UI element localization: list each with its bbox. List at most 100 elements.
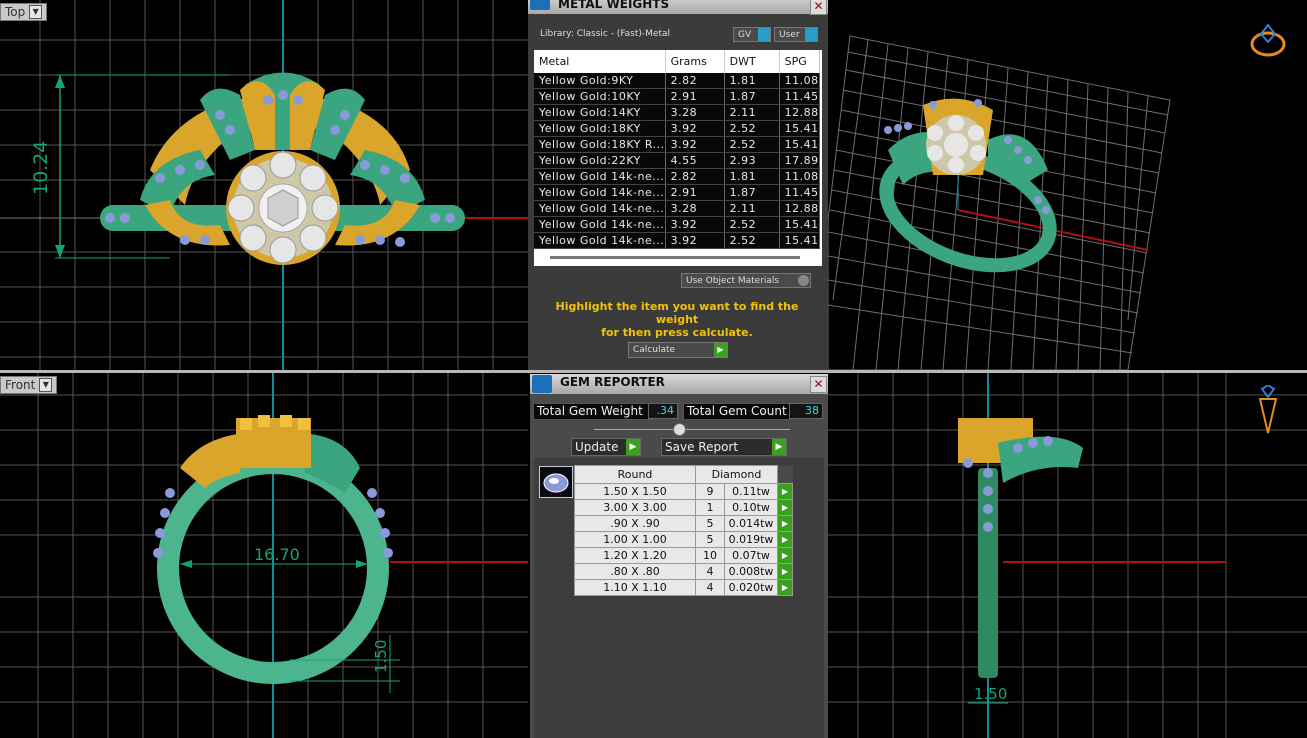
select-row-icon[interactable]: ▶ (777, 579, 793, 596)
front-small-dimension: 1.50 (372, 639, 390, 673)
chevron-down-icon[interactable]: ▼ (29, 5, 43, 19)
grams-cell: 2.91 (665, 88, 725, 105)
spg-cell: 15.41 (779, 216, 821, 233)
grams-cell: 3.92 (665, 136, 725, 153)
metal-name-cell: Yellow Gold:9KY (534, 73, 666, 89)
user-toggle[interactable]: User (774, 27, 818, 42)
select-row-icon[interactable]: ▶ (777, 531, 793, 548)
slider-handle[interactable] (673, 423, 686, 436)
column-header-grams[interactable]: Grams (665, 50, 725, 73)
top-viewport[interactable]: Top ▼ 10.24 (0, 0, 528, 370)
user-toggle-label: User (779, 30, 800, 40)
gv-toggle[interactable]: GV (733, 27, 771, 42)
use-object-materials-toggle[interactable]: Use Object Materials (681, 273, 811, 288)
total-gem-count-value: 38 (789, 403, 823, 419)
gem-weight-cell: 0.014tw (724, 515, 778, 532)
table-row[interactable]: Yellow Gold:18KY 3.92 2.52 15.41 (534, 120, 821, 137)
table-row[interactable]: 1.10 X 1.10 4 0.020tw ▶ (574, 579, 793, 596)
top-view-text: Top (5, 5, 26, 19)
gem-size-cell: .80 X .80 (574, 563, 696, 580)
view-cone-icon[interactable] (1256, 385, 1280, 437)
dwt-cell: 1.87 (724, 88, 780, 105)
select-row-icon[interactable]: ▶ (777, 547, 793, 564)
ring-side-model (958, 418, 1083, 678)
table-row[interactable]: .80 X .80 4 0.008tw ▶ (574, 563, 793, 580)
gem-count-cell: 5 (695, 515, 725, 532)
ring-top-model (100, 72, 465, 265)
grams-cell: 3.28 (665, 104, 725, 121)
radio-icon (798, 275, 809, 286)
table-row[interactable]: .90 X .90 5 0.014tw ▶ (574, 515, 793, 532)
grams-cell: 3.92 (665, 120, 725, 137)
slider-track[interactable] (594, 429, 790, 430)
metal-table-hscroll[interactable] (550, 256, 800, 259)
total-gem-count-text: Total Gem Count (687, 404, 787, 418)
gem-reporter-titlebar[interactable]: GEM REPORTER ✕ (530, 374, 828, 394)
select-row-icon[interactable]: ▶ (777, 515, 793, 532)
gem-thumbnail[interactable] (539, 466, 573, 498)
table-row[interactable]: Yellow Gold:10KY 2.91 1.87 11.45 (534, 88, 821, 105)
perspective-grid (828, 35, 1171, 370)
spg-cell: 11.45 (779, 184, 821, 201)
select-row-icon[interactable]: ▶ (777, 499, 793, 516)
total-gem-count-label: Total Gem Count (683, 403, 790, 420)
toggle-indicator-icon (805, 28, 817, 41)
close-icon[interactable]: ✕ (810, 376, 827, 393)
gem-weight-cell: 0.07tw (724, 547, 778, 564)
library-label: Library: Classic - (Fast)-Metal (540, 29, 671, 39)
metal-weights-logo-icon (530, 0, 550, 10)
table-row[interactable]: Yellow Gold 14k-ne... 3.92 2.52 15.41 (534, 216, 821, 233)
update-button[interactable]: Update ▶ (571, 438, 641, 456)
metal-weights-titlebar[interactable]: METAL WEIGHTS ✕ (528, 0, 828, 15)
column-header-diamond: Diamond (695, 465, 778, 484)
grams-cell: 4.55 (665, 152, 725, 169)
grams-cell: 3.92 (665, 216, 725, 233)
gem-weight-cell: 0.10tw (724, 499, 778, 516)
dwt-cell: 1.81 (724, 73, 780, 89)
select-row-icon[interactable]: ▶ (777, 563, 793, 580)
side-grid (828, 373, 1307, 738)
calculate-button[interactable]: Calculate ▶ (628, 342, 728, 358)
table-row[interactable]: Yellow Gold 14k-ne... 2.82 1.81 11.08 (534, 168, 821, 185)
close-icon[interactable]: ✕ (810, 0, 827, 15)
dwt-cell: 2.52 (724, 232, 780, 249)
select-row-icon[interactable]: ▶ (777, 483, 793, 500)
table-row[interactable]: Yellow Gold:9KY 2.82 1.81 11.08 (534, 73, 821, 89)
gem-count-cell: 4 (695, 579, 725, 596)
gem-size-cell: 1.20 X 1.20 (574, 547, 696, 564)
spg-cell: 12.88 (779, 104, 821, 121)
front-viewport[interactable]: Front ▼ 16.70 1.50 (0, 373, 528, 738)
column-header-spg[interactable]: SPG (779, 50, 821, 73)
metal-table-header: Metal Grams DWT SPG (534, 50, 821, 73)
column-header-metal[interactable]: Metal (534, 50, 666, 73)
perspective-viewport[interactable] (828, 0, 1307, 370)
grams-cell: 2.82 (665, 168, 725, 185)
table-row[interactable]: 1.50 X 1.50 9 0.11tw ▶ (574, 483, 793, 500)
total-gem-weight-value: .34 (648, 403, 678, 419)
table-row[interactable]: Yellow Gold 14k-ne... 2.91 1.87 11.45 (534, 184, 821, 201)
column-header-round: Round (574, 465, 696, 484)
side-viewport[interactable]: 1.50 (828, 373, 1307, 738)
table-row[interactable]: 1.00 X 1.00 5 0.019tw ▶ (574, 531, 793, 548)
table-row[interactable]: Yellow Gold 14k-ne... 3.28 2.11 12.88 (534, 200, 821, 217)
column-header-dwt[interactable]: DWT (724, 50, 780, 73)
front-view-label[interactable]: Front ▼ (0, 376, 58, 394)
dwt-cell: 1.87 (724, 184, 780, 201)
table-row[interactable]: Yellow Gold 14k-ne... 3.92 2.52 15.41 (534, 232, 821, 249)
dwt-cell: 2.93 (724, 152, 780, 169)
table-row[interactable]: Yellow Gold:18KY R... 3.92 2.52 15.41 (534, 136, 821, 153)
metal-name-cell: Yellow Gold 14k-ne... (534, 200, 666, 217)
ring-navigation-icon[interactable] (1248, 22, 1288, 58)
table-row[interactable]: 3.00 X 3.00 1 0.10tw ▶ (574, 499, 793, 516)
table-row[interactable]: Yellow Gold:22KY 4.55 2.93 17.89 (534, 152, 821, 169)
top-view-label[interactable]: Top ▼ (0, 3, 48, 21)
save-report-button[interactable]: Save Report ▶ (661, 438, 787, 456)
table-row[interactable]: 1.20 X 1.20 10 0.07tw ▶ (574, 547, 793, 564)
dwt-cell: 2.11 (724, 104, 780, 121)
spg-cell: 11.08 (779, 73, 821, 89)
update-label: Update (575, 440, 619, 454)
chevron-down-icon[interactable]: ▼ (39, 378, 53, 392)
gem-weight-cell: 0.020tw (724, 579, 778, 596)
gem-size-cell: 1.00 X 1.00 (574, 531, 696, 548)
table-row[interactable]: Yellow Gold:14KY 3.28 2.11 12.88 (534, 104, 821, 121)
